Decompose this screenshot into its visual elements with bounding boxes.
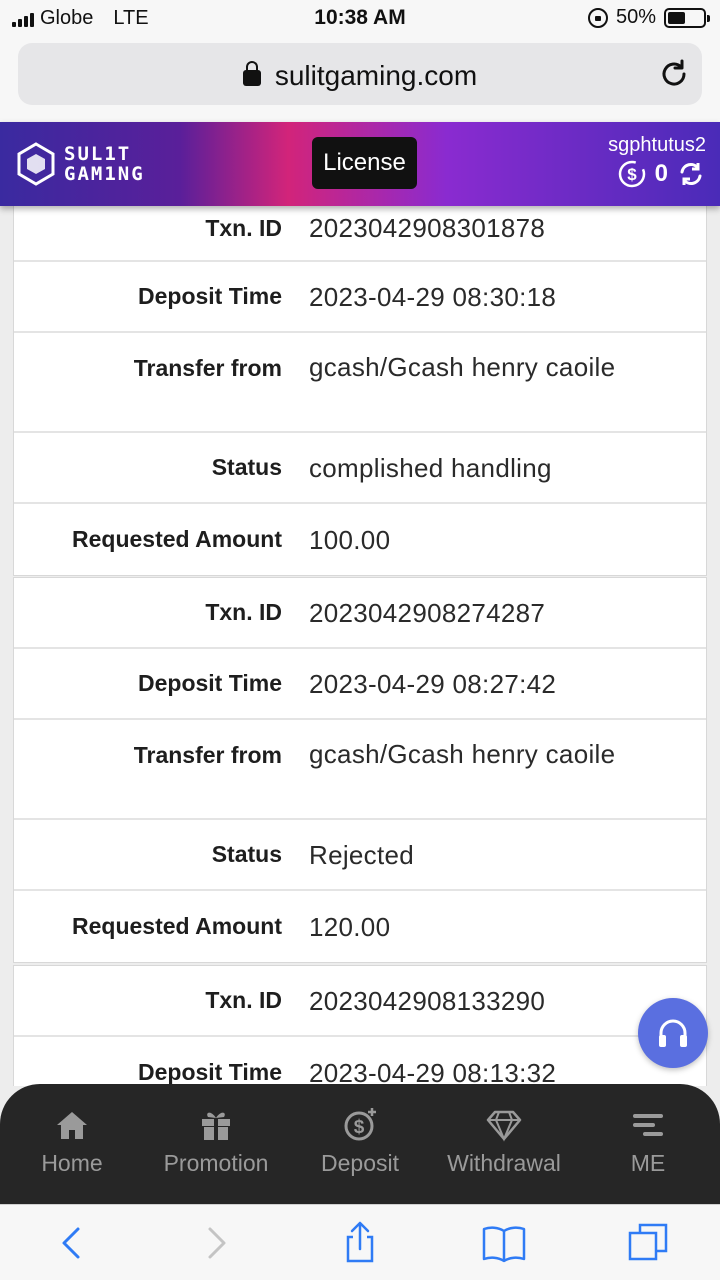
txn-id-value: 2023042908274287: [309, 597, 546, 628]
bookmarks-icon[interactable]: [480, 1219, 528, 1267]
requested-amount-value: 120.00: [309, 911, 391, 942]
logo-line-1: SUL1T: [64, 143, 132, 165]
deposit-time-label: Deposit Time: [138, 670, 282, 696]
txn-id-label: Txn. ID: [205, 214, 282, 241]
forward-icon[interactable]: [192, 1219, 240, 1267]
nav-withdrawal[interactable]: Withdrawal: [432, 1084, 576, 1204]
status-bar: Globe LTE 10:38 AM 50%: [0, 0, 720, 36]
status-value: complished handling: [309, 452, 552, 483]
nav-promotion-label: Promotion: [163, 1150, 269, 1176]
nav-home-label: Home: [41, 1150, 103, 1176]
txn-id-row: Txn. ID 2023042908274287: [14, 578, 706, 649]
home-icon: [57, 1112, 87, 1139]
logo-line-2: GAM1NG: [64, 163, 145, 185]
nav-deposit[interactable]: $ Deposit: [288, 1084, 432, 1204]
transfer-from-value: gcash/Gcash henry caoile: [309, 352, 616, 382]
transaction-card: Txn. ID 2023042908133290 Deposit Time 20…: [14, 966, 706, 1086]
logo-cube-icon: [17, 142, 55, 186]
deposit-time-row: Deposit Time 2023-04-29 08:13:32: [14, 1037, 706, 1087]
deposit-icon: $: [344, 1108, 376, 1141]
balance-amount: 0: [654, 160, 668, 187]
battery-percent: 50%: [615, 6, 656, 28]
headphones-icon: [659, 1019, 687, 1047]
transfer-from-label: Transfer from: [133, 742, 282, 768]
lock-icon: [242, 61, 261, 86]
address-bar[interactable]: sulitgaming.com: [18, 43, 702, 105]
txn-id-label: Txn. ID: [205, 599, 282, 625]
transfer-from-label: Transfer from: [133, 355, 282, 381]
deposit-time-row: Deposit Time 2023-04-29 08:27:42: [14, 649, 706, 720]
reload-icon[interactable]: [658, 58, 690, 90]
requested-amount-label: Requested Amount: [72, 526, 282, 552]
dollar-coin-icon: $: [618, 160, 645, 188]
user-box: sgphtutus2 $ 0: [608, 134, 706, 189]
nav-me-label: ME: [630, 1150, 666, 1176]
deposit-time-row: Deposit Time 2023-04-29 08:30:18: [14, 262, 706, 333]
browser-url-area: sulitgaming.com: [0, 36, 720, 122]
nav-home[interactable]: Home: [0, 1084, 144, 1204]
deposit-time-label: Deposit Time: [138, 283, 282, 309]
page: Globe LTE 10:38 AM 50% sulitgaming.com S…: [0, 0, 720, 1280]
site-logo[interactable]: SUL1T GAM1NG: [16, 142, 145, 186]
requested-amount-row: Requested Amount 120.00: [14, 891, 706, 962]
transaction-card: Txn. ID 2023042908301878 Deposit Time 20…: [14, 206, 706, 575]
status-row: Status complished handling: [14, 433, 706, 504]
txn-id-row: Txn. ID 2023042908301878: [14, 206, 706, 262]
tabs-icon[interactable]: [624, 1219, 672, 1267]
deposit-time-value: 2023-04-29 08:30:18: [309, 281, 557, 312]
url-text: sulitgaming.com: [274, 60, 478, 91]
share-icon[interactable]: [336, 1219, 384, 1267]
status-row: Status Rejected: [14, 820, 706, 891]
transfer-from-row: Transfer from gcash/Gcash henry caoile: [14, 720, 706, 820]
diamond-icon: [486, 1110, 522, 1142]
nav-withdrawal-label: Withdrawal: [447, 1150, 561, 1176]
bottom-navigation: Home Promotion $ Deposit Withdrawal ME: [0, 1084, 720, 1204]
site-header: SUL1T GAM1NG License sgphtutus2 $ 0: [0, 122, 720, 206]
nav-deposit-label: Deposit: [321, 1150, 399, 1176]
deposit-time-value: 2023-04-29 08:13:32: [309, 1057, 557, 1087]
customer-support-button[interactable]: [638, 998, 708, 1068]
transfer-from-row: Transfer from gcash/Gcash henry caoile: [14, 333, 706, 433]
requested-amount-label: Requested Amount: [72, 913, 282, 939]
txn-id-row: Txn. ID 2023042908133290: [14, 966, 706, 1037]
menu-icon: [633, 1114, 663, 1136]
browser-toolbar: [0, 1204, 720, 1280]
license-button[interactable]: License: [312, 137, 417, 189]
svg-text:$: $: [354, 1117, 365, 1138]
deposit-time-label: Deposit Time: [138, 1059, 282, 1085]
transfer-from-value: gcash/Gcash henry caoile: [309, 739, 616, 769]
requested-amount-row: Requested Amount 100.00: [14, 504, 706, 575]
svg-text:$: $: [627, 165, 637, 184]
deposit-time-value: 2023-04-29 08:27:42: [309, 668, 557, 699]
requested-amount-value: 100.00: [309, 524, 391, 555]
txn-id-value: 2023042908133290: [309, 985, 546, 1016]
status-value: Rejected: [309, 839, 415, 870]
txn-id-value: 2023042908301878: [309, 213, 546, 243]
rotation-lock-icon: [587, 7, 608, 28]
status-label: Status: [211, 841, 282, 867]
nav-promotion[interactable]: Promotion: [144, 1084, 288, 1204]
transaction-list[interactable]: Txn. ID 2023042908301878 Deposit Time 20…: [0, 206, 720, 1086]
username: sgphtutus2: [608, 134, 706, 156]
back-icon[interactable]: [48, 1219, 96, 1267]
nav-me[interactable]: ME: [576, 1084, 720, 1204]
txn-id-label: Txn. ID: [205, 987, 282, 1013]
transaction-card: Txn. ID 2023042908274287 Deposit Time 20…: [14, 578, 706, 962]
status-label: Status: [211, 454, 282, 480]
battery-icon: [664, 7, 710, 28]
gift-icon: [202, 1112, 230, 1140]
refresh-icon[interactable]: [676, 159, 706, 189]
